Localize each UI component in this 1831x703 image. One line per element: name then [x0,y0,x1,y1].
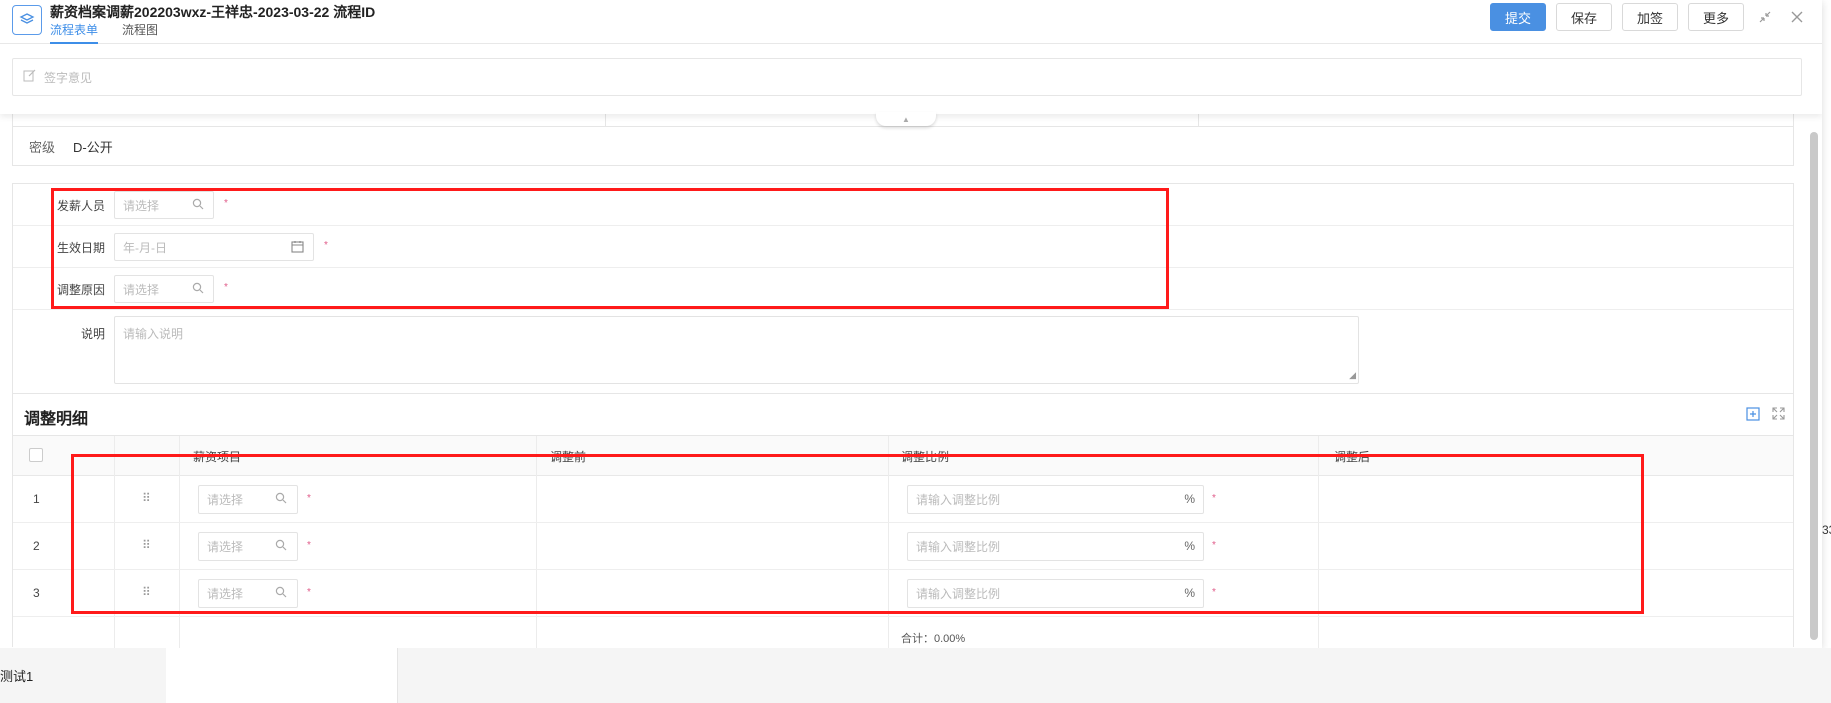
row-index: 2 [33,539,40,553]
add-row-icon[interactable] [1746,407,1760,424]
opinion-input[interactable]: 签字意见 [12,58,1802,96]
bottom-tab-label[interactable]: 测试1 [0,666,33,685]
header-actions: 提交 保存 加签 更多 [1489,3,1808,31]
submit-button[interactable]: 提交 [1489,3,1546,31]
save-button[interactable]: 保存 [1555,3,1612,31]
note-placeholder: 请输入说明 [123,327,184,341]
note-row: 说明 请输入说明 ◢ [13,310,1793,394]
opinion-placeholder: 签字意见 [44,70,93,85]
highlight-box-form [51,188,1169,309]
edit-icon [23,69,36,85]
secret-level-value: D-公开 [73,139,113,155]
resize-handle-icon[interactable]: ◢ [1349,370,1356,381]
modal-header: 薪资档案调薪202203wxz-王祥忠-2023-03-22 流程ID 流程表单… [0,0,1822,44]
page-title: 薪资档案调薪202203wxz-王祥忠-2023-03-22 流程ID [50,4,376,20]
highlight-box-table [71,454,1644,614]
layers-icon [12,5,42,35]
bottom-tabs-bar: 测试1 [0,648,1831,703]
detail-title: 调整明细 [24,411,89,428]
collapse-panel-handle[interactable]: ▲ [876,112,936,126]
header-tabs: 流程表单 流程图 [50,21,158,44]
row-index: 1 [33,492,40,506]
collapse-window-icon[interactable] [1754,6,1776,28]
detail-section-header: 调整明细 [12,393,1794,435]
tab-flow-form[interactable]: 流程表单 [50,21,99,44]
chevron-up-icon: ▲ [902,114,910,124]
fullscreen-icon[interactable] [1772,407,1785,424]
bottom-tab-panel [166,648,398,703]
tab-flow-chart[interactable]: 流程图 [122,21,158,44]
close-icon[interactable] [1786,6,1808,28]
side-number: 33 [1822,523,1831,537]
more-button[interactable]: 更多 [1687,3,1744,31]
select-all-checkbox[interactable] [29,448,43,462]
secret-level-label: 密级 [29,139,56,155]
ratio-total: 合计：0.00% [901,633,966,645]
vertical-scrollbar[interactable] [1810,132,1818,640]
row-index: 3 [33,586,40,600]
note-label: 说明 [80,327,105,341]
detail-tools [1746,407,1785,424]
note-textarea[interactable]: 请输入说明 ◢ [114,316,1359,384]
countersign-button[interactable]: 加签 [1621,3,1678,31]
secret-level-row: 密级 D-公开 [12,126,1794,166]
